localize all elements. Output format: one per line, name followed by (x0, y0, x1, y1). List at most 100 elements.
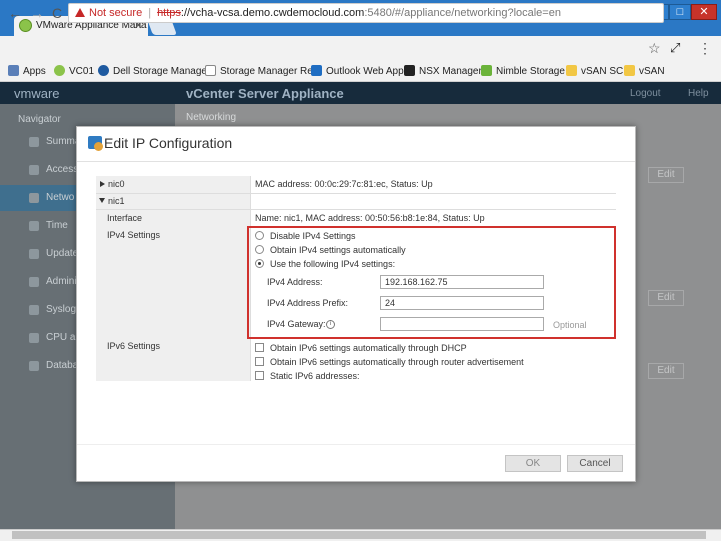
expand-arrow-icon[interactable] (100, 181, 105, 187)
url-host: ://vcha-vcsa.demo.cwdemocloud.com (180, 7, 365, 19)
ipv6-settings-label: IPv6 Settings (107, 341, 161, 351)
bookmark-storage-manager[interactable]: Storage Manager Re (205, 65, 313, 77)
network-config-icon (88, 136, 103, 151)
nic1-label[interactable]: nic1 (108, 196, 125, 206)
nav-label: Databa (46, 360, 79, 371)
edit-button[interactable]: Edit (648, 167, 684, 183)
divider (96, 209, 616, 210)
bookmark-apps[interactable]: Apps (8, 65, 46, 77)
logout-link[interactable]: Logout (630, 88, 661, 99)
admin-icon (29, 277, 39, 287)
nimble-icon (481, 65, 492, 76)
outlook-icon (311, 65, 322, 76)
app-header (0, 82, 721, 104)
url-path: :5480/#/appliance/networking?locale=en (364, 7, 561, 19)
address-bar[interactable]: Not secure | https://vcha-vcsa.demo.cwdemo… (68, 3, 664, 23)
database-icon (29, 361, 39, 371)
bookmark-star-icon[interactable]: ☆ (648, 40, 661, 57)
bookmark-label: vSAN (639, 66, 665, 77)
bookmark-label: vSAN SC (581, 66, 624, 77)
app-title: vCenter Server Appliance (186, 86, 344, 101)
network-icon (29, 193, 39, 203)
bookmark-vsan-sc[interactable]: vSAN SC (566, 65, 623, 77)
update-icon (29, 249, 39, 259)
bookmark-label: VC01 (69, 66, 95, 77)
url-scheme: https (157, 7, 181, 19)
cancel-button[interactable]: Cancel (567, 455, 623, 472)
bookmark-nsx[interactable]: NSX Manager (404, 65, 482, 77)
ipv4-gateway-label: IPv4 Gateway: (267, 319, 326, 329)
menu-icon[interactable]: ⋮ (698, 40, 712, 57)
browser-toolbar (0, 36, 721, 62)
bookmark-label: Outlook Web App (326, 66, 404, 77)
option-label: Obtain IPv4 settings automatically (270, 245, 406, 255)
gateway-optional-hint: Optional (553, 320, 587, 330)
interface-label: Interface (107, 213, 143, 223)
bookmark-nimble[interactable]: Nimble Storage (481, 65, 565, 77)
bookmark-label: Dell Storage Manage (113, 66, 207, 77)
cpu-icon (29, 333, 39, 343)
bookmark-vc01[interactable]: VC01 (54, 65, 94, 77)
access-icon (29, 165, 39, 175)
url-separator: | (148, 7, 152, 19)
vmware-icon (54, 65, 65, 76)
bookmark-label: NSX Manager (419, 66, 482, 77)
page-icon (205, 65, 216, 76)
nic0-label[interactable]: nic0 (108, 179, 125, 189)
folder-icon (566, 65, 577, 76)
divider (77, 161, 635, 162)
interface-value: Name: nic1, MAC address: 00:50:56:b8:1e:… (255, 213, 485, 223)
clock-icon (29, 221, 39, 231)
radio-obtain-ipv4-auto[interactable] (255, 245, 264, 254)
ok-button[interactable]: OK (505, 455, 561, 472)
not-secure-label[interactable]: Not secure (89, 7, 142, 19)
ipv4-settings-label: IPv4 Settings (107, 230, 161, 240)
back-arrow-icon[interactable]: ← (8, 5, 22, 21)
vmware-logo: vmware (14, 86, 60, 101)
option-label: Use the following IPv4 settings: (270, 259, 396, 269)
help-link[interactable]: Help (688, 88, 709, 99)
navigator-heading: Navigator (18, 114, 61, 125)
close-window-button[interactable]: ✕ (691, 4, 717, 20)
nav-label: Time (46, 220, 68, 231)
bookmark-label: Storage Manager Re (220, 66, 313, 77)
bookmark-label: Nimble Storage (496, 66, 565, 77)
ipv4-prefix-input[interactable]: 24 (380, 296, 544, 310)
checkbox-ipv6-static[interactable] (255, 371, 264, 380)
nsx-icon (404, 65, 415, 76)
bookmark-vsan[interactable]: vSAN (624, 65, 665, 77)
extension-icon[interactable]: ⤢ (670, 40, 680, 56)
divider (77, 444, 635, 445)
scrollbar-thumb[interactable] (12, 531, 706, 539)
ipv4-address-label: IPv4 Address: (267, 277, 323, 287)
checkbox-ipv6-router-adv[interactable] (255, 357, 264, 366)
bookmark-dell-storage[interactable]: Dell Storage Manage (98, 65, 207, 77)
divider (96, 193, 616, 194)
apps-grid-icon (8, 65, 19, 76)
bookmark-outlook[interactable]: Outlook Web App (311, 65, 404, 77)
info-icon[interactable]: i (326, 320, 335, 329)
option-label: Obtain IPv6 settings automatically throu… (270, 343, 467, 353)
nic0-info: MAC address: 00:0c:29:7c:81:ec, Status: … (255, 179, 433, 189)
nav-label: Admini (46, 276, 77, 287)
ipv4-address-input[interactable]: 192.168.162.75 (380, 275, 544, 289)
forward-arrow-icon[interactable]: → (30, 5, 44, 21)
syslog-icon (29, 305, 39, 315)
nav-label: Syslog (46, 304, 77, 315)
networking-heading: Networking (186, 112, 237, 123)
maximize-button[interactable]: □ (669, 4, 691, 20)
dialog-title: Edit IP Configuration (104, 135, 233, 151)
option-label: Disable IPv4 Settings (270, 231, 356, 241)
radio-disable-ipv4[interactable] (255, 231, 264, 240)
checkbox-ipv6-dhcp[interactable] (255, 343, 264, 352)
reload-icon[interactable]: C (52, 5, 62, 21)
radio-use-following-ipv4[interactable] (255, 259, 264, 268)
ipv4-gateway-input[interactable] (380, 317, 544, 331)
nav-label: Update (46, 248, 79, 259)
ipv4-prefix-label: IPv4 Address Prefix: (267, 298, 349, 308)
nav-label: Access (46, 164, 79, 175)
collapse-arrow-icon[interactable] (99, 198, 105, 203)
folder-icon (624, 65, 635, 76)
edit-button[interactable]: Edit (648, 363, 684, 379)
edit-button[interactable]: Edit (648, 290, 684, 306)
